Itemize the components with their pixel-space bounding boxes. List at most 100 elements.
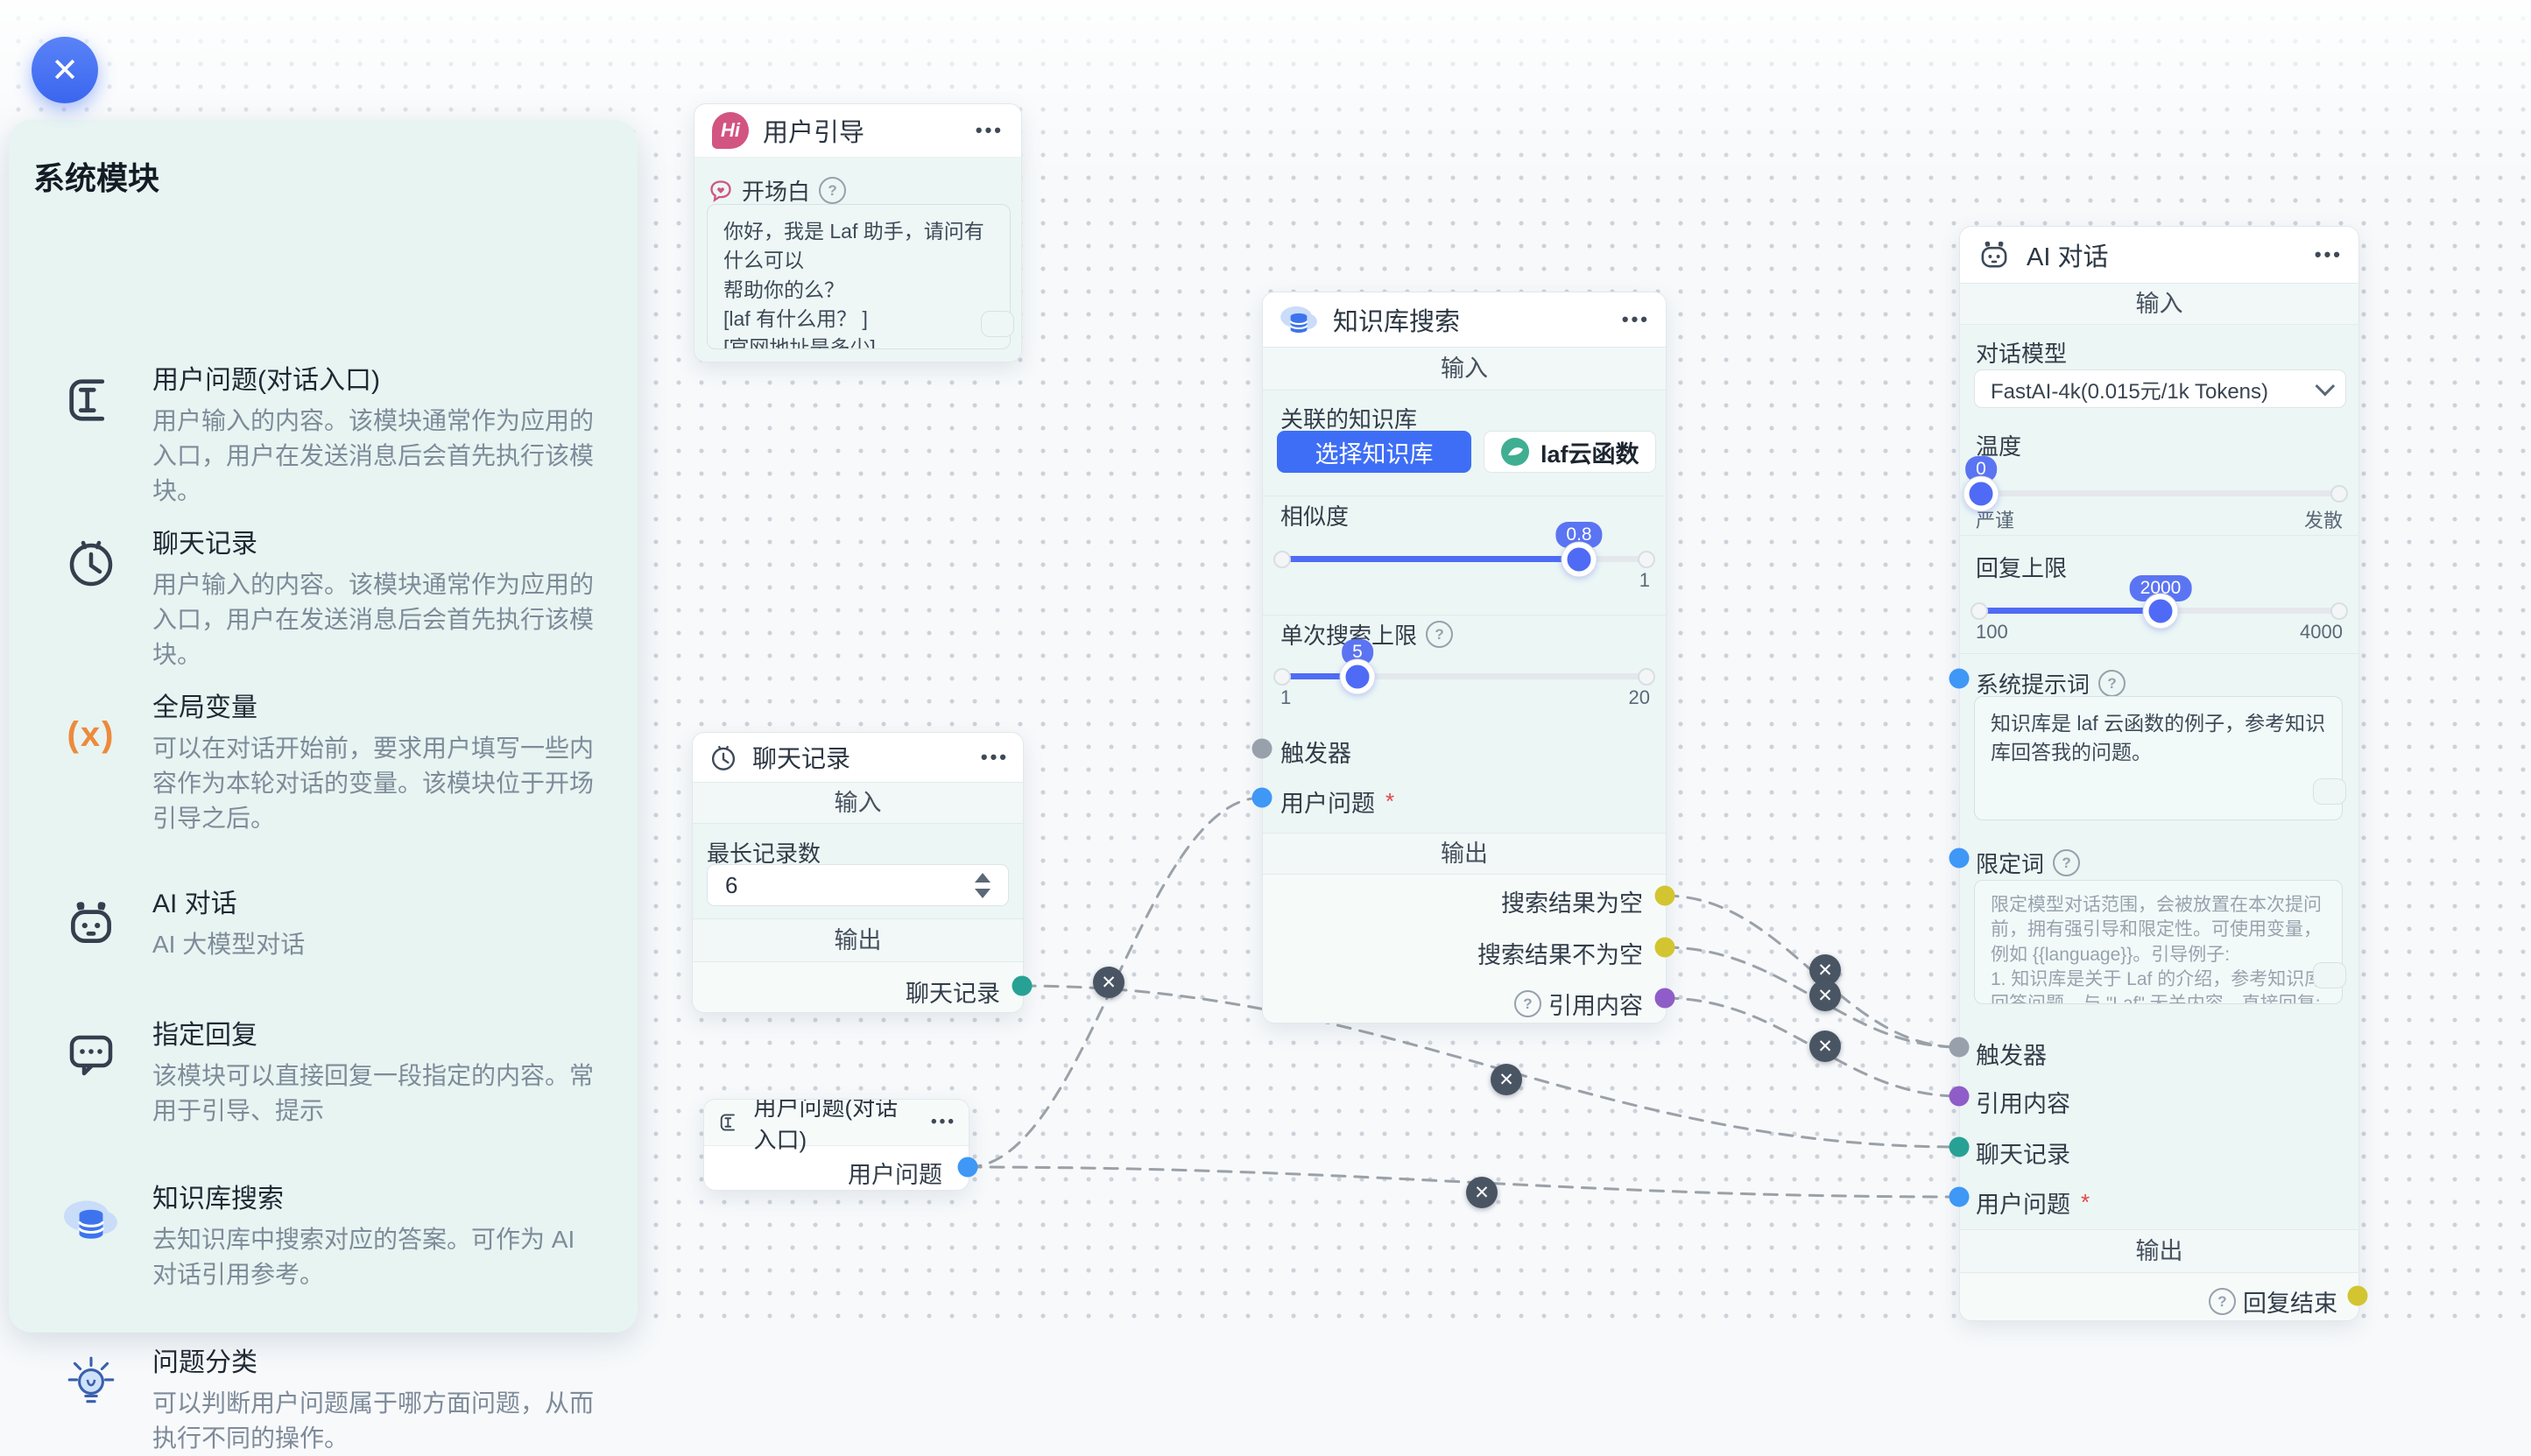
kb-out-quote: ? 引用内容 <box>1514 987 1643 1021</box>
increment-arrow-icon[interactable] <box>975 873 991 883</box>
port-dot-ai-history[interactable] <box>1949 1137 1970 1157</box>
node-user-guide[interactable]: Hi 用户引导 ••• 开场白 ? 你好，我是 Laf 助手，请问有什么可以 帮… <box>694 103 1022 362</box>
help-icon[interactable]: ? <box>1514 990 1541 1017</box>
node-kb-search[interactable]: 知识库搜索 ••• 输入 关联的知识库 选择知识库 laf云函数 相似度 0.8… <box>1262 292 1667 1023</box>
model-label: 对话模型 <box>1976 336 2067 369</box>
module-desc: 去知识库中搜索对应的答案。可作为 AI 对话引用参考。 <box>152 1222 606 1292</box>
delete-edge-button[interactable]: ✕ <box>1809 980 1841 1011</box>
decrement-arrow-icon[interactable] <box>975 889 991 898</box>
port-dot-kb-trigger[interactable] <box>1252 739 1273 759</box>
kb-question-input: 用户问题* <box>1280 784 1394 819</box>
module-desc: 可以在对话开始前，要求用户填写一些内容作为本轮对话的变量。该模块位于开场引导之后… <box>152 731 606 835</box>
limit-words-textarea[interactable]: 限定模型对话范围，会被放置在本次提问前，拥有强引导和限定性。可使用变量，例如 {… <box>1974 880 2343 1004</box>
max-records-input[interactable]: 6 <box>707 864 1009 906</box>
module-title: 指定回复 <box>152 1013 606 1052</box>
help-icon[interactable]: ? <box>2209 1288 2236 1315</box>
module-desc: 该模块可以直接回复一段指定的内容。常用于引导、提示 <box>152 1059 606 1129</box>
module-desc: 用户输入的内容。该模块通常作为应用的入口，用户在发送消息后会首先执行该模块。 <box>152 567 606 672</box>
sidebar-item-global-vars[interactable]: (x) 全局变量 可以在对话开始前，要求用户填写一些内容作为本轮对话的变量。该模… <box>60 686 606 835</box>
number-stepper[interactable] <box>975 873 991 898</box>
node-title: AI 对话 <box>2027 236 2108 273</box>
node-menu-icon[interactable]: ••• <box>2315 243 2343 266</box>
system-prompt-label: 系统提示词 ? <box>1976 667 2126 700</box>
node-title: 知识库搜索 <box>1333 301 1460 338</box>
delete-edge-button[interactable]: ✕ <box>1809 1030 1841 1062</box>
node-menu-icon[interactable]: ••• <box>976 119 1004 142</box>
help-icon[interactable]: ? <box>1426 621 1453 648</box>
search-limit-min-label: 1 <box>1280 686 1291 709</box>
node-title: 用户问题(对话入口) <box>753 1099 920 1155</box>
delete-edge-button[interactable]: ✕ <box>1491 1064 1522 1095</box>
port-dot-ai-out-finish[interactable] <box>2348 1286 2368 1306</box>
delete-edge-button[interactable]: ✕ <box>1093 967 1124 998</box>
help-icon[interactable]: ? <box>2053 849 2080 876</box>
port-dot-question-out[interactable] <box>958 1157 978 1178</box>
sidebar-item-ai-chat[interactable]: AI 对话 AI 大模型对话 <box>60 882 606 962</box>
close-button[interactable]: ✕ <box>32 37 98 103</box>
sidebar-item-user-question[interactable]: 用户问题(对话入口) 用户输入的内容。该模块通常作为应用的入口，用户在发送消息后… <box>60 358 606 508</box>
clock-icon <box>707 741 740 774</box>
resize-grip-icon[interactable] <box>981 311 1014 337</box>
search-limit-slider[interactable] <box>1282 673 1646 679</box>
welcome-textarea[interactable]: 你好，我是 Laf 助手，请问有什么可以 帮助你的么？ [laf 有什么用？ ]… <box>707 204 1011 349</box>
node-menu-icon[interactable]: ••• <box>1622 308 1650 331</box>
kb-out-not-empty: 搜索结果不为空 <box>1477 936 1643 970</box>
close-icon: ✕ <box>51 51 79 90</box>
max-tokens-slider-handle[interactable] <box>2144 594 2178 629</box>
laf-icon <box>1500 437 1530 467</box>
sidebar-item-kb-search[interactable]: 知识库搜索 去知识库中搜索对应的答案。可作为 AI 对话引用参考。 <box>60 1177 606 1292</box>
robot-icon <box>62 894 120 952</box>
module-title: 知识库搜索 <box>152 1177 606 1215</box>
node-ai-chat[interactable]: AI 对话 ••• 输入 对话模型 FastAI-4k(0.015元/1k To… <box>1959 226 2359 1321</box>
output-section-header: 输出 <box>1960 1229 2358 1273</box>
question-out: 用户问题 <box>848 1156 942 1190</box>
port-dot-ai-question[interactable] <box>1949 1187 1970 1207</box>
temperature-slider-handle[interactable] <box>1964 477 1999 511</box>
node-menu-icon[interactable]: ••• <box>981 746 1009 769</box>
edge-question-to-ai-question[interactable] <box>968 1167 1959 1197</box>
history-out: 聊天记录 <box>906 974 1000 1009</box>
welcome-label: 开场白 ? <box>709 174 846 207</box>
sidebar-item-classify[interactable]: 问题分类 可以判断用户问题属于哪方面问题，从而执行不同的操作。 <box>60 1340 606 1456</box>
port-dot-ai-limit[interactable] <box>1949 848 1970 869</box>
select-dataset-button[interactable]: 选择知识库 <box>1277 431 1471 473</box>
port-dot-kb-out-quote[interactable] <box>1655 988 1675 1009</box>
module-desc: AI 大模型对话 <box>152 927 305 962</box>
search-limit-slider-handle[interactable] <box>1341 660 1375 694</box>
robot-icon <box>1976 236 2013 273</box>
port-dot-history-out[interactable] <box>1012 976 1033 996</box>
node-menu-icon[interactable]: ••• <box>931 1113 956 1132</box>
delete-edge-button[interactable]: ✕ <box>1466 1177 1498 1208</box>
port-dot-kb-question[interactable] <box>1252 788 1273 808</box>
input-section-header: 输入 <box>1960 283 2358 325</box>
node-user-question[interactable]: 用户问题(对话入口) ••• 用户问题 <box>703 1099 969 1191</box>
resize-grip-icon[interactable] <box>2313 962 2346 988</box>
sidebar-item-chat-history[interactable]: 聊天记录 用户输入的内容。该模块通常作为应用的入口，用户在发送消息后会首先执行该… <box>60 522 606 672</box>
kb-database-icon <box>62 1189 120 1247</box>
temperature-slider[interactable] <box>1979 490 2339 496</box>
module-title: 聊天记录 <box>152 522 606 560</box>
sidebar-item-fixed-reply[interactable]: 指定回复 该模块可以直接回复一段指定的内容。常用于引导、提示 <box>60 1013 606 1129</box>
dataset-tag[interactable]: laf云函数 <box>1484 431 1656 473</box>
ai-quote-input: 引用内容 <box>1976 1085 2070 1119</box>
system-prompt-textarea[interactable]: 知识库是 laf 云函数的例子，参考知识库回答我的问题。 <box>1974 696 2343 820</box>
heart-bubble-icon <box>709 179 733 203</box>
port-dot-ai-sys-prompt[interactable] <box>1949 669 1970 689</box>
input-section-header: 输入 <box>1263 347 1666 390</box>
model-select[interactable]: FastAI-4k(0.015元/1k Tokens) <box>1974 369 2346 408</box>
port-dot-kb-out-not-empty[interactable] <box>1655 938 1675 958</box>
chevron-down-icon <box>2316 376 2336 397</box>
help-icon[interactable]: ? <box>819 177 846 204</box>
port-dot-kb-out-empty[interactable] <box>1655 886 1675 906</box>
ai-out-finish: ? 回复结束 <box>2209 1284 2337 1319</box>
help-icon[interactable]: ? <box>2098 670 2126 697</box>
flow-canvas[interactable]: ✕ ✕ ✕ ✕ ✕ ✕ Hi 用户引导 ••• 开场白 ? 你好，我是 Laf … <box>0 0 2531 1333</box>
node-title: 聊天记录 <box>752 740 850 775</box>
port-dot-ai-trigger[interactable] <box>1949 1037 1970 1058</box>
port-dot-ai-quote[interactable] <box>1949 1087 1970 1107</box>
node-chat-history[interactable]: 聊天记录 ••• 输入 最长记录数 6 输出 聊天记录 <box>692 732 1024 1013</box>
similarity-label: 相似度 <box>1280 499 1349 531</box>
similarity-slider-handle[interactable] <box>1562 543 1597 577</box>
ai-trigger-input: 触发器 <box>1976 1037 2047 1071</box>
resize-grip-icon[interactable] <box>2313 778 2346 805</box>
